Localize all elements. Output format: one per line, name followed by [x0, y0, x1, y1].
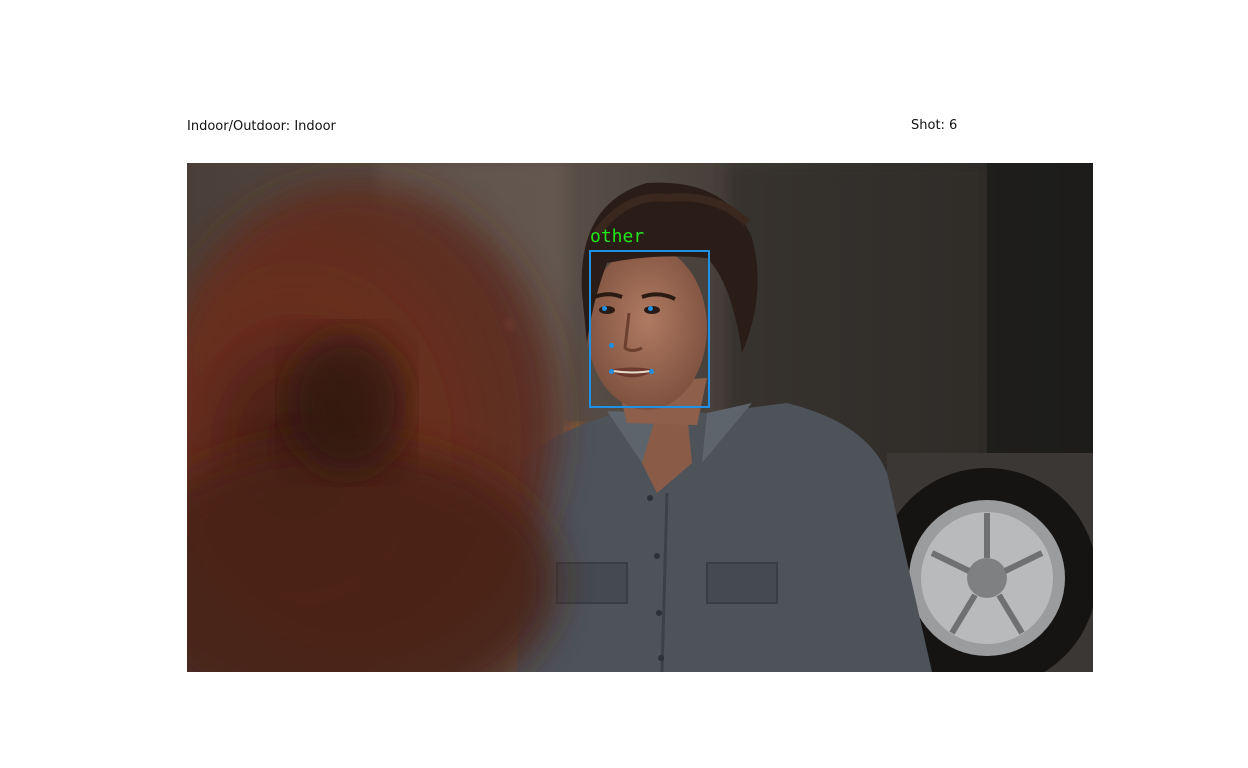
- left-eye-keypoint: [602, 306, 607, 311]
- video-frame: other: [187, 163, 1093, 672]
- indoor-outdoor-label: Indoor/Outdoor: Indoor: [187, 119, 336, 134]
- nose-keypoint: [609, 343, 614, 348]
- mouth-right-keypoint: [649, 369, 654, 374]
- shot-number-label: Shot: 6: [911, 118, 958, 133]
- detection-class-label: other: [590, 226, 645, 247]
- mouth-left-keypoint: [609, 369, 614, 374]
- right-eye-keypoint: [648, 306, 653, 311]
- face-bounding-box: [589, 250, 710, 408]
